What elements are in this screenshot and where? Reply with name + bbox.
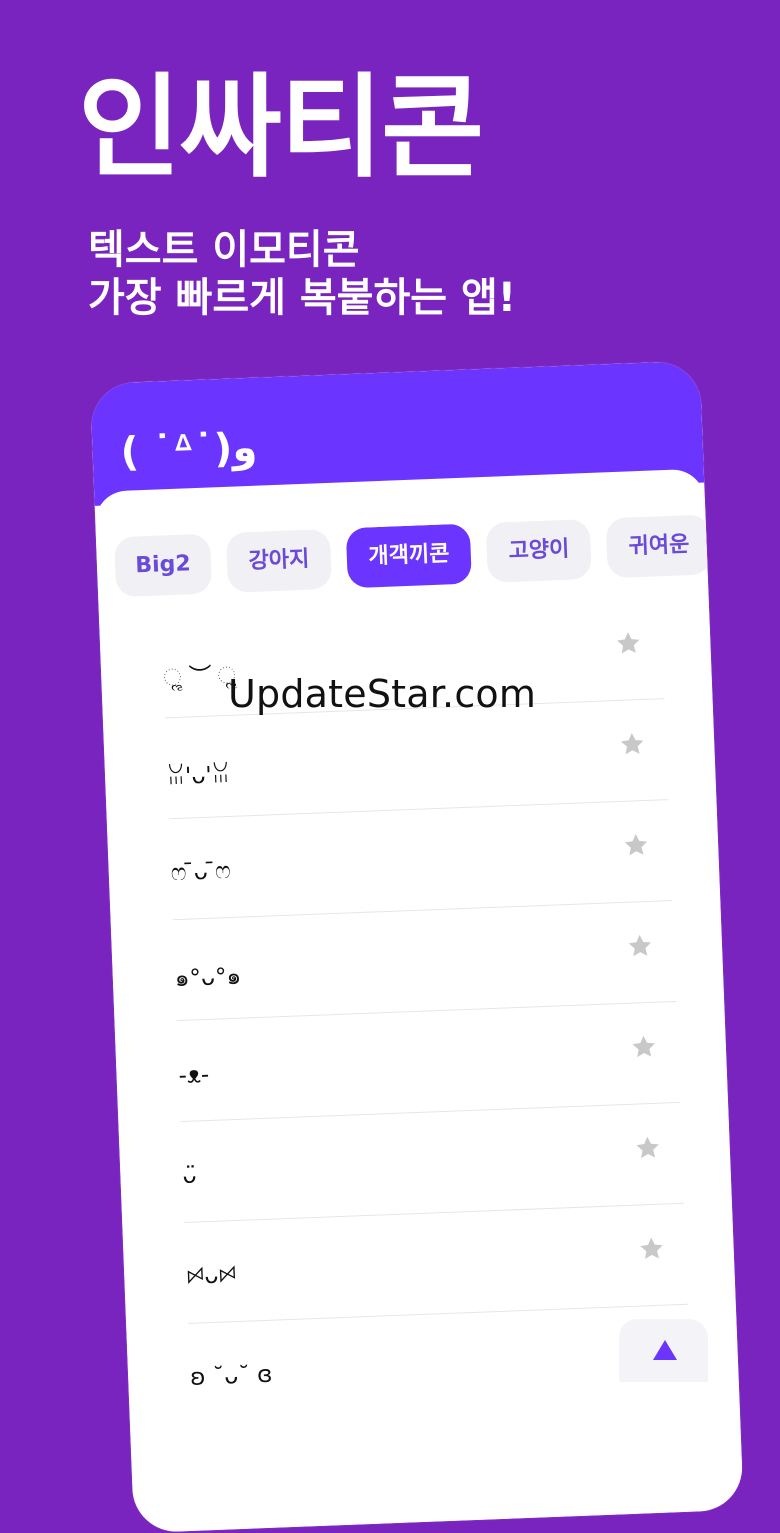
emoticon-text: ૢ ︶ ૢ [162, 662, 237, 692]
star-icon[interactable] [618, 730, 647, 759]
arrow-up-icon [653, 1340, 677, 1360]
promo-subtitle-line-2: 가장 빠르게 복붙하는 앱! [88, 275, 517, 321]
emoticon-text: ᴗ̈ [181, 1162, 198, 1190]
watermark: UpdateStar.com [228, 672, 537, 716]
emoticon-text: ๑°ᴗ°๑ [174, 963, 242, 993]
emoticon-text: ꈍ'ᴗ'ꈍ [166, 761, 231, 791]
star-icon[interactable] [625, 932, 654, 961]
emoticon-text: -ᴥ- [178, 1061, 210, 1090]
scroll-top-button[interactable] [620, 1320, 708, 1382]
tab-big2[interactable]: Big2 [113, 533, 213, 598]
promo-subtitle-line-1: 텍스트 이모티콘 [88, 227, 360, 273]
emoticon-row[interactable]: ๑°ᴗ°๑ [172, 901, 677, 1022]
emoticon-row[interactable]: -ᴥ- [176, 1001, 681, 1123]
emoticon-row[interactable]: ʚ ˘ᴗ˘ ɞ [188, 1305, 691, 1424]
emoticon-row[interactable]: ꗯᴗꗯ [184, 1203, 688, 1324]
star-icon[interactable] [637, 1235, 666, 1264]
promo-title: 인싸티콘 [78, 63, 484, 193]
emoticon-row[interactable]: ෆ ̄ᴗ ̄ෆ [168, 800, 673, 921]
star-icon[interactable] [633, 1134, 662, 1163]
tab-cat[interactable]: 고양이 [485, 518, 593, 583]
tab-dog[interactable]: 강아지 [225, 528, 333, 593]
emoticon-text: ෆ ̄ᴗ ̄ෆ [170, 857, 232, 887]
tab-funny-active[interactable]: 개객끼콘 [345, 523, 473, 589]
emoticon-text: ꗯᴗꗯ [185, 1262, 237, 1290]
tab-cute[interactable]: 귀여운 [605, 514, 713, 579]
header-emoticon: ( ˙ᐞ˙)و [119, 424, 258, 476]
emoticon-list: ૢ ︶ ૢ ꈍ'ᴗ'ꈍ ෆ ̄ᴗ ̄ෆ ๑°ᴗ°๑ -ᴥ- ᴗ̈ ꗯᴗꗯ ʚ ˘… [161, 598, 692, 1424]
category-tabs: Big2 강아지 개객끼콘 고양이 귀여운 [113, 514, 716, 601]
emoticon-row[interactable]: ᴗ̈ [180, 1102, 684, 1223]
star-icon[interactable] [622, 831, 651, 860]
emoticon-row[interactable]: ꈍ'ᴗ'ꈍ [164, 699, 669, 820]
promo-subtitle: 텍스트 이모티콘 가장 빠르게 복붙하는 앱! [88, 226, 516, 322]
star-icon[interactable] [614, 629, 643, 658]
star-icon[interactable] [629, 1033, 658, 1062]
